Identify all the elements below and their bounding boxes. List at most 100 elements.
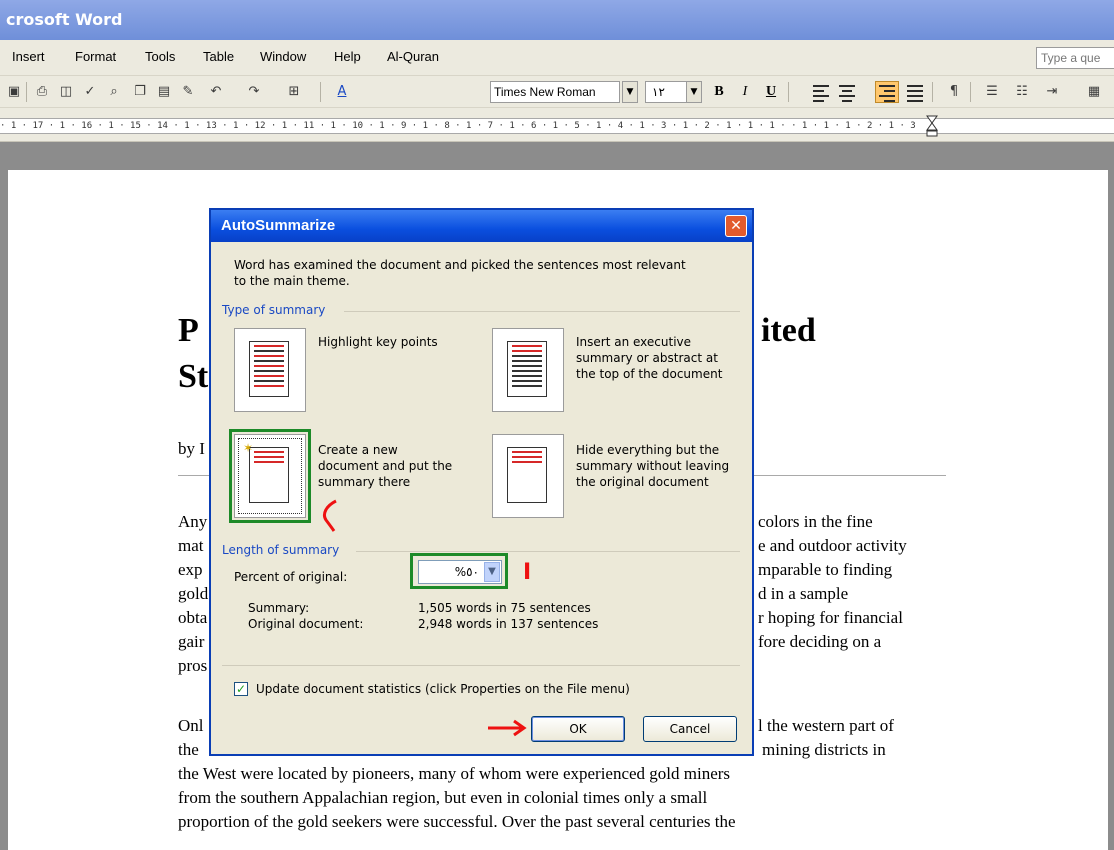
doc-byline: by I: [178, 439, 205, 458]
hide-option-label-2[interactable]: summary without leaving: [576, 459, 729, 474]
length-of-summary-label: Length of summary: [222, 543, 340, 557]
doc-line: r hoping for financial: [758, 608, 903, 627]
original-label: Original document:: [248, 617, 364, 631]
font-name-box[interactable]: Times New Roman: [490, 81, 620, 103]
toolbar-separator: [26, 82, 27, 102]
align-right-icon[interactable]: [875, 81, 899, 103]
font-size-box[interactable]: ١٢: [645, 81, 687, 103]
cancel-button[interactable]: Cancel: [643, 716, 737, 742]
chevron-down-icon[interactable]: ▼: [686, 81, 702, 103]
menu-format[interactable]: Format: [75, 49, 116, 64]
red-arrow-annotation-icon: [488, 719, 527, 737]
create-option-label-2[interactable]: document and put the: [318, 459, 452, 474]
chevron-down-icon[interactable]: ▼: [622, 81, 638, 103]
doc-line: Onl: [178, 716, 204, 735]
document-icon: [249, 341, 289, 397]
chevron-down-icon[interactable]: ▼: [484, 562, 500, 582]
insert-option-thumbnail[interactable]: [492, 328, 564, 412]
doc-line: obta: [178, 608, 208, 627]
table-icon[interactable]: ⊞: [284, 82, 304, 102]
update-stats-label[interactable]: Update document statistics (click Proper…: [256, 682, 630, 697]
doc-line: Any: [178, 512, 208, 531]
align-center-icon[interactable]: [836, 82, 858, 102]
doc-line: exp: [178, 560, 203, 579]
justify-icon[interactable]: [904, 82, 926, 102]
bullets-icon[interactable]: ☷: [1012, 82, 1032, 102]
percent-label: Percent of original:: [234, 570, 348, 584]
doc-line: colors in the fine: [758, 512, 873, 531]
menu-al-quran[interactable]: Al-Quran: [387, 49, 439, 64]
copy-icon[interactable]: ❐: [130, 82, 150, 102]
group-divider: [356, 551, 740, 552]
create-option-label-3[interactable]: summary there: [318, 475, 410, 490]
doc-title-line2: St: [178, 358, 209, 395]
type-of-summary-label: Type of summary: [222, 303, 326, 317]
bold-button[interactable]: B: [708, 82, 730, 102]
document-icon: [507, 341, 547, 397]
underline-button[interactable]: U: [760, 82, 782, 102]
doc-line: proportion of the gold seekers were succ…: [178, 812, 736, 831]
doc-line: mparable to finding: [758, 560, 893, 579]
print-icon[interactable]: ⎙: [32, 82, 52, 102]
print-preview-icon[interactable]: ◫: [56, 82, 76, 102]
styles-icon[interactable]: A: [332, 82, 352, 102]
text-direction-icon[interactable]: ¶: [944, 82, 964, 102]
save-icon[interactable]: ▣: [4, 82, 24, 102]
update-stats-checkbox[interactable]: ✓: [234, 682, 248, 696]
redo-icon[interactable]: ↷: [244, 82, 264, 102]
doc-line: the West were located by pioneers, many …: [178, 764, 731, 783]
ruler-scale: · 1 · 17 · 1 · 16 · 1 · 15 · 14 · 1 · 13…: [0, 118, 1114, 134]
align-left-icon[interactable]: [810, 82, 832, 102]
close-icon[interactable]: ✕: [725, 215, 747, 237]
insert-option-label-2[interactable]: summary or abstract at: [576, 351, 718, 366]
doc-title-line1-right: ited: [761, 312, 816, 349]
dialog-intro-line1: Word has examined the document and picke…: [234, 258, 686, 272]
toolbar-separator: [788, 82, 789, 102]
dialog-title-bar[interactable]: AutoSummarize ✕: [211, 210, 752, 242]
research-icon[interactable]: ⌕: [104, 82, 124, 102]
doc-line: mat: [178, 536, 204, 555]
window-title: crosoft Word: [6, 10, 123, 29]
format-painter-icon[interactable]: ✎: [178, 82, 198, 102]
create-option-label-1[interactable]: Create a new: [318, 443, 398, 458]
doc-line: gair: [178, 632, 205, 651]
paste-icon[interactable]: ▤: [154, 82, 174, 102]
undo-icon[interactable]: ↶: [206, 82, 226, 102]
window-title-bar: crosoft Word: [0, 0, 1114, 40]
red-mark-annotation: I: [523, 560, 532, 585]
highlight-option-thumbnail[interactable]: [234, 328, 306, 412]
original-value: 2,948 words in 137 sentences: [418, 617, 599, 631]
borders-icon[interactable]: ▦: [1084, 82, 1104, 102]
dialog-title: AutoSummarize: [221, 217, 336, 234]
numbering-icon[interactable]: ☰: [982, 82, 1002, 102]
menu-tools[interactable]: Tools: [145, 49, 175, 64]
dialog-intro-line2: to the main theme.: [234, 274, 350, 288]
document-icon: [249, 447, 289, 503]
menu-help[interactable]: Help: [334, 49, 361, 64]
insert-option-label-3[interactable]: the top of the document: [576, 367, 722, 382]
insert-option-label-1[interactable]: Insert an executive: [576, 335, 691, 350]
group-divider: [222, 665, 740, 666]
create-new-option-thumbnail[interactable]: ✶: [229, 429, 311, 523]
italic-button[interactable]: I: [734, 82, 756, 102]
ruler[interactable]: · 1 · 17 · 1 · 16 · 1 · 15 · 14 · 1 · 13…: [0, 108, 1114, 142]
doc-line: d in a sample: [758, 584, 849, 603]
workspace-background: [0, 142, 1114, 170]
doc-line: gold: [178, 584, 209, 603]
menu-table[interactable]: Table: [203, 49, 234, 64]
hide-option-thumbnail[interactable]: [492, 434, 564, 518]
menu-insert[interactable]: Insert: [12, 49, 45, 64]
spelling-icon[interactable]: ✓: [80, 82, 100, 102]
doc-title-line1: P: [178, 312, 199, 349]
indent-marker-icon[interactable]: [926, 114, 938, 138]
ok-button[interactable]: OK: [531, 716, 625, 742]
summary-label: Summary:: [248, 601, 310, 615]
doc-line: e and outdoor activity: [758, 536, 907, 555]
hide-option-label-3[interactable]: the original document: [576, 475, 709, 490]
ask-question-input[interactable]: Type a que: [1036, 47, 1114, 69]
indent-icon[interactable]: ⇥: [1042, 82, 1062, 102]
hide-option-label-1[interactable]: Hide everything but the: [576, 443, 719, 458]
menu-window[interactable]: Window: [260, 49, 306, 64]
toolbar-separator: [932, 82, 933, 102]
highlight-option-label[interactable]: Highlight key points: [318, 335, 438, 350]
